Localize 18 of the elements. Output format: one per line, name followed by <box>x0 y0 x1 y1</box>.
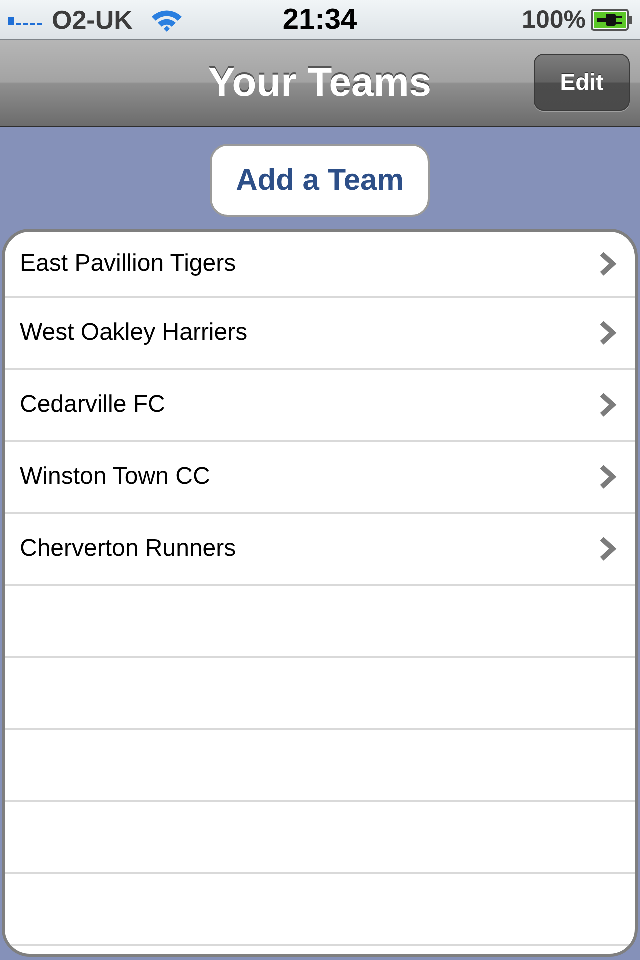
team-name: Cherverton Runners <box>20 535 236 563</box>
team-name: Winston Town CC <box>20 463 210 491</box>
signal-icon <box>8 14 44 24</box>
team-name: East Pavillion Tigers <box>20 250 236 278</box>
edit-button[interactable]: Edit <box>534 54 630 111</box>
battery-percent: 100% <box>522 4 586 34</box>
team-row[interactable]: West Oakley Harriers <box>5 298 635 370</box>
team-row[interactable]: Cedarville FC <box>5 370 635 442</box>
team-name: Cedarville FC <box>20 391 166 419</box>
wifi-icon <box>150 8 183 32</box>
team-name: West Oakley Harriers <box>20 319 248 347</box>
team-row[interactable]: East Pavillion Tigers <box>5 232 635 298</box>
team-row[interactable]: Cherverton Runners <box>5 514 635 586</box>
team-row[interactable]: Winston Town CC <box>5 442 635 514</box>
add-team-button[interactable]: Add a Team <box>210 144 430 217</box>
clock-time: 21:34 <box>282 4 358 36</box>
carrier-name: O2-UK <box>52 4 133 34</box>
screen-title: Your Teams <box>208 60 432 106</box>
